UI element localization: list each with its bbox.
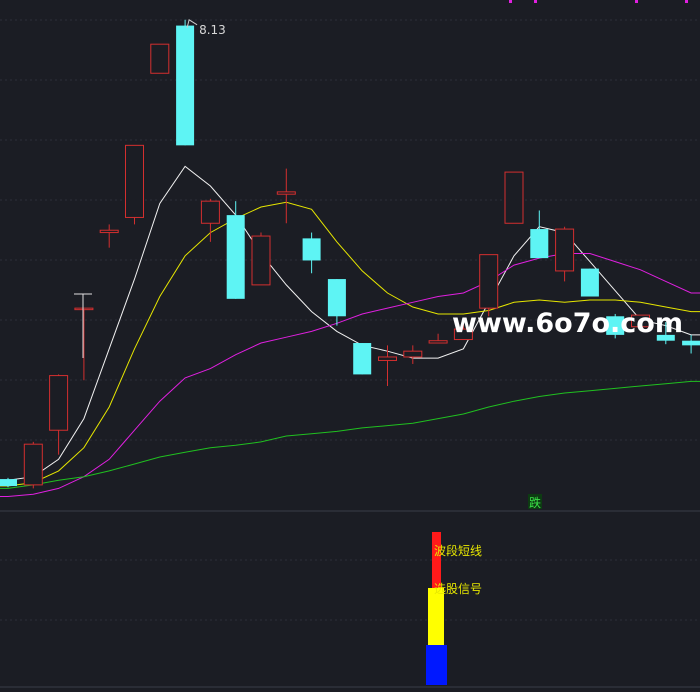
candle <box>251 232 271 286</box>
candle-body <box>74 307 94 311</box>
indicator-label-signal: 选股信号 <box>434 582 482 596</box>
candle-body <box>530 229 549 259</box>
candlestick-layer <box>0 19 700 489</box>
candle-body <box>403 350 423 358</box>
left-marker <box>74 293 92 358</box>
candle <box>0 477 17 488</box>
candle <box>580 268 599 297</box>
signal-label: 跌 <box>529 495 541 510</box>
candle-body <box>580 268 599 297</box>
high-price-label: 8.13 <box>199 23 226 37</box>
top-dot <box>534 0 537 3</box>
watermark: www.6o7o.com <box>452 308 683 339</box>
top-markers <box>509 0 688 3</box>
indicator-bar <box>428 588 444 645</box>
candle-body <box>479 254 499 309</box>
candle-body <box>176 25 195 146</box>
top-dot <box>509 0 512 3</box>
candle <box>200 198 220 242</box>
candle-body <box>302 238 321 261</box>
candle-body <box>327 279 346 317</box>
top-dot <box>635 0 638 3</box>
candle-body <box>378 356 397 361</box>
candle-body <box>23 443 43 486</box>
candle <box>353 343 372 375</box>
candle-body <box>49 375 69 431</box>
candle <box>74 307 94 381</box>
candle <box>428 333 448 344</box>
candle <box>99 224 119 248</box>
indicator-bar <box>426 645 447 685</box>
candle <box>276 168 296 224</box>
candle <box>176 19 195 146</box>
candle <box>555 226 575 282</box>
candle <box>682 334 700 354</box>
candle-body <box>125 144 144 218</box>
candle-body <box>276 191 296 195</box>
candle <box>49 374 69 455</box>
candle-body <box>251 235 271 286</box>
moving-average-line <box>0 380 700 489</box>
candle-body <box>99 229 119 234</box>
candle-body <box>353 343 372 375</box>
candle-body <box>150 43 170 74</box>
candle-body <box>226 215 245 299</box>
indicator-bar <box>432 532 441 588</box>
candle <box>23 441 43 489</box>
candle-body <box>555 228 575 272</box>
indicator-label-short-term: 波段短线 <box>434 543 482 558</box>
candle <box>226 201 245 299</box>
candle <box>302 232 321 274</box>
candle-body <box>428 340 448 344</box>
top-dot <box>685 0 688 3</box>
candle <box>403 345 423 364</box>
stock-chart: www.6o7o.com 8.13 跌 波段短线 选股信号 <box>0 0 700 688</box>
candle <box>327 279 346 326</box>
candle <box>150 43 170 74</box>
candle-body <box>200 200 220 224</box>
moving-average-line <box>0 201 700 487</box>
chart-canvas: www.6o7o.com 8.13 跌 波段短线 选股信号 <box>0 0 700 688</box>
candle <box>504 171 524 224</box>
candle-body <box>682 340 700 346</box>
candle-body <box>0 479 17 487</box>
candle <box>125 144 144 225</box>
candle-body <box>504 171 524 224</box>
candle <box>530 210 549 259</box>
